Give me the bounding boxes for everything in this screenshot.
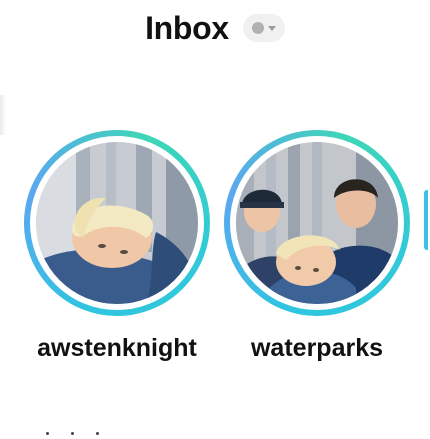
stories-row: awstenknight waterparks xyxy=(0,130,430,370)
status-dropdown-button[interactable] xyxy=(242,14,285,42)
profile-photo xyxy=(236,142,398,304)
page-title: Inbox xyxy=(145,9,229,46)
story-ring xyxy=(24,130,210,316)
chevron-down-icon xyxy=(267,25,276,31)
status-dot-icon xyxy=(251,22,264,34)
header: Inbox xyxy=(0,8,430,48)
avatar[interactable] xyxy=(36,142,198,304)
partial-content-below xyxy=(46,432,99,435)
left-edge-shadow xyxy=(0,95,6,135)
story-item[interactable]: waterparks xyxy=(224,130,414,363)
next-story-ring-partial[interactable] xyxy=(424,190,430,250)
story-item[interactable]: awstenknight xyxy=(24,130,214,363)
story-username[interactable]: awstenknight xyxy=(24,334,210,363)
profile-photo xyxy=(36,142,198,304)
inbox-screen: Inbox awstenknight waterparks xyxy=(0,0,430,439)
avatar[interactable] xyxy=(236,142,398,304)
story-ring xyxy=(224,130,410,316)
story-username[interactable]: waterparks xyxy=(224,334,410,363)
